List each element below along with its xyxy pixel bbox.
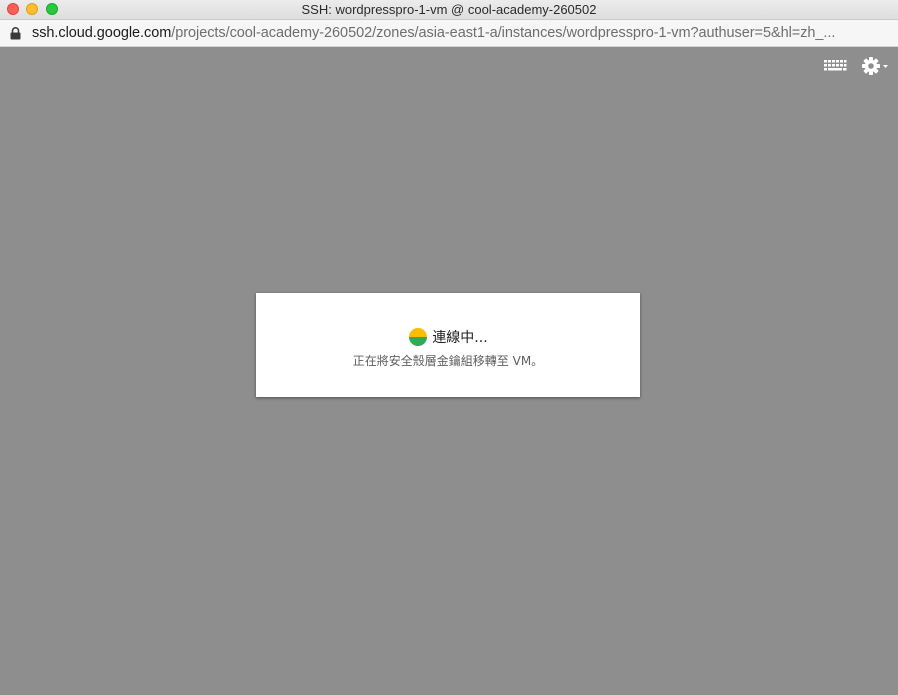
connecting-dialog: 連線中... 正在將安全殼層金鑰組移轉至 VM。: [256, 293, 640, 397]
dialog-subtitle: 正在將安全殼層金鑰組移轉至 VM。: [352, 354, 544, 368]
ssh-window: SSH: wordpresspro-1-vm @ cool-academy-26…: [0, 0, 898, 695]
url-text[interactable]: ssh.cloud.google.com/projects/cool-acade…: [32, 25, 835, 42]
address-bar[interactable]: ssh.cloud.google.com/projects/cool-acade…: [0, 20, 898, 47]
chevron-down-icon: [883, 65, 888, 68]
url-host: ssh.cloud.google.com: [32, 25, 172, 41]
keyboard-icon[interactable]: [823, 57, 847, 75]
dialog-title: 連線中...: [432, 330, 488, 346]
window-title: SSH: wordpresspro-1-vm @ cool-academy-26…: [301, 2, 597, 17]
window-titlebar[interactable]: SSH: wordpresspro-1-vm @ cool-academy-26…: [0, 0, 898, 20]
url-path: /projects/cool-academy-260502/zones/asia…: [171, 25, 836, 41]
gear-icon[interactable]: [860, 55, 890, 77]
spinner-icon: [409, 328, 428, 346]
lock-icon: [10, 27, 21, 40]
dialog-title-row: 連線中...: [256, 327, 640, 347]
